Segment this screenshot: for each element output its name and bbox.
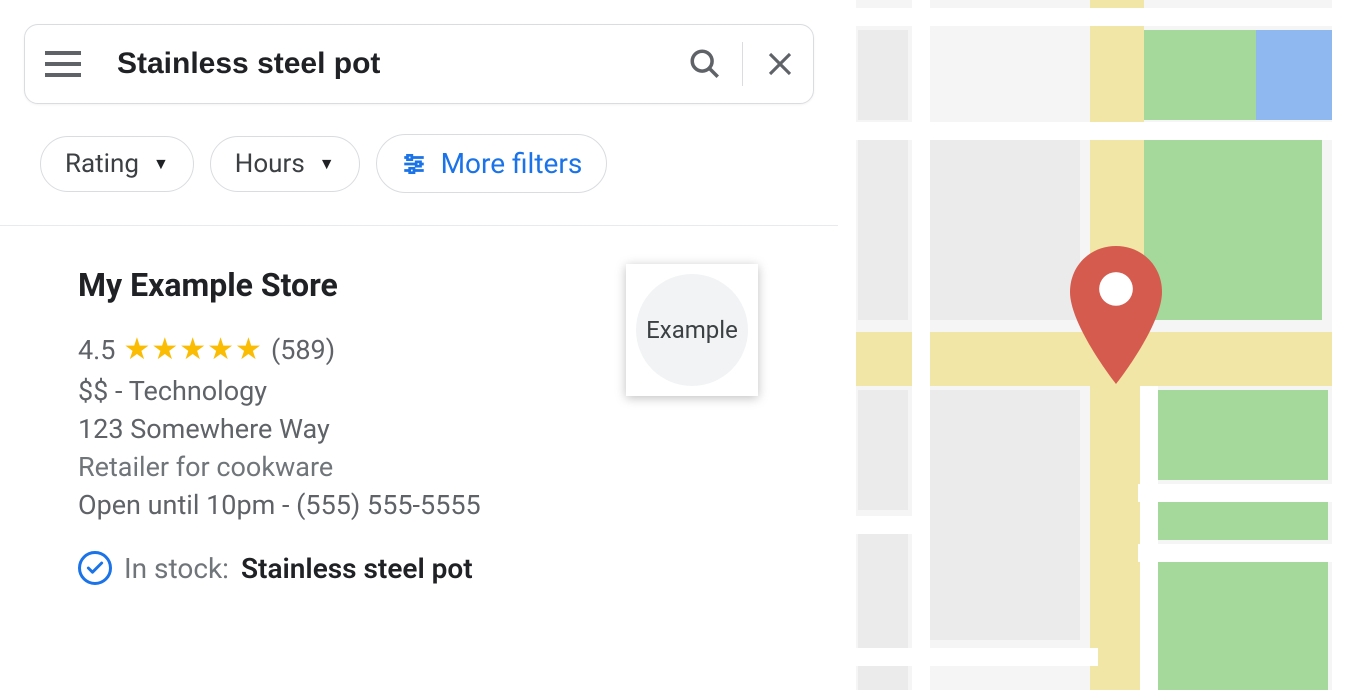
search-bar <box>24 24 814 104</box>
search-result-item[interactable]: My Example Store 4.5 ★★★★★ (589) $$ - Te… <box>0 226 838 585</box>
result-price: $$ <box>78 375 108 407</box>
result-description: Retailer for cookware <box>78 451 838 483</box>
instock-label: In stock: <box>124 552 229 585</box>
search-divider <box>742 42 743 86</box>
filter-hours[interactable]: Hours ▼ <box>210 136 360 192</box>
map-canvas[interactable] <box>838 0 1346 690</box>
star-icons: ★★★★★ <box>123 332 262 367</box>
search-icon <box>688 47 722 81</box>
clear-search-button[interactable] <box>755 39 805 89</box>
search-results-panel: Rating ▼ Hours ▼ More filters <box>0 0 838 690</box>
result-address: 123 Somewhere Way <box>78 413 838 445</box>
search-button[interactable] <box>680 39 730 89</box>
search-input[interactable] <box>117 47 680 81</box>
map-pin-icon[interactable] <box>1070 246 1162 384</box>
result-category: Technology <box>129 375 267 407</box>
chevron-down-icon: ▼ <box>153 154 169 174</box>
result-thumbnail[interactable]: Example <box>626 264 758 396</box>
result-instock-row: In stock: Stainless steel pot <box>78 551 838 585</box>
filter-more[interactable]: More filters <box>376 134 608 193</box>
result-rating-value: 4.5 <box>78 334 115 366</box>
close-icon <box>765 49 795 79</box>
thumbnail-placeholder: Example <box>636 274 748 386</box>
filter-rating[interactable]: Rating ▼ <box>40 136 194 192</box>
filter-hours-label: Hours <box>235 149 305 179</box>
sliders-icon <box>401 151 427 177</box>
instock-product: Stainless steel pot <box>241 552 473 585</box>
result-phone: (555) 555-5555 <box>296 489 481 521</box>
filter-more-label: More filters <box>441 147 583 180</box>
result-hours-phone: Open until 10pm - (555) 555-5555 <box>78 489 838 521</box>
filter-row: Rating ▼ Hours ▼ More filters <box>40 134 814 193</box>
result-hours: Open until 10pm <box>78 489 275 521</box>
chevron-down-icon: ▼ <box>319 154 335 174</box>
check-circle-icon <box>78 551 112 585</box>
filter-rating-label: Rating <box>65 149 139 179</box>
menu-icon[interactable] <box>45 43 87 85</box>
result-review-count: (589) <box>271 334 335 366</box>
